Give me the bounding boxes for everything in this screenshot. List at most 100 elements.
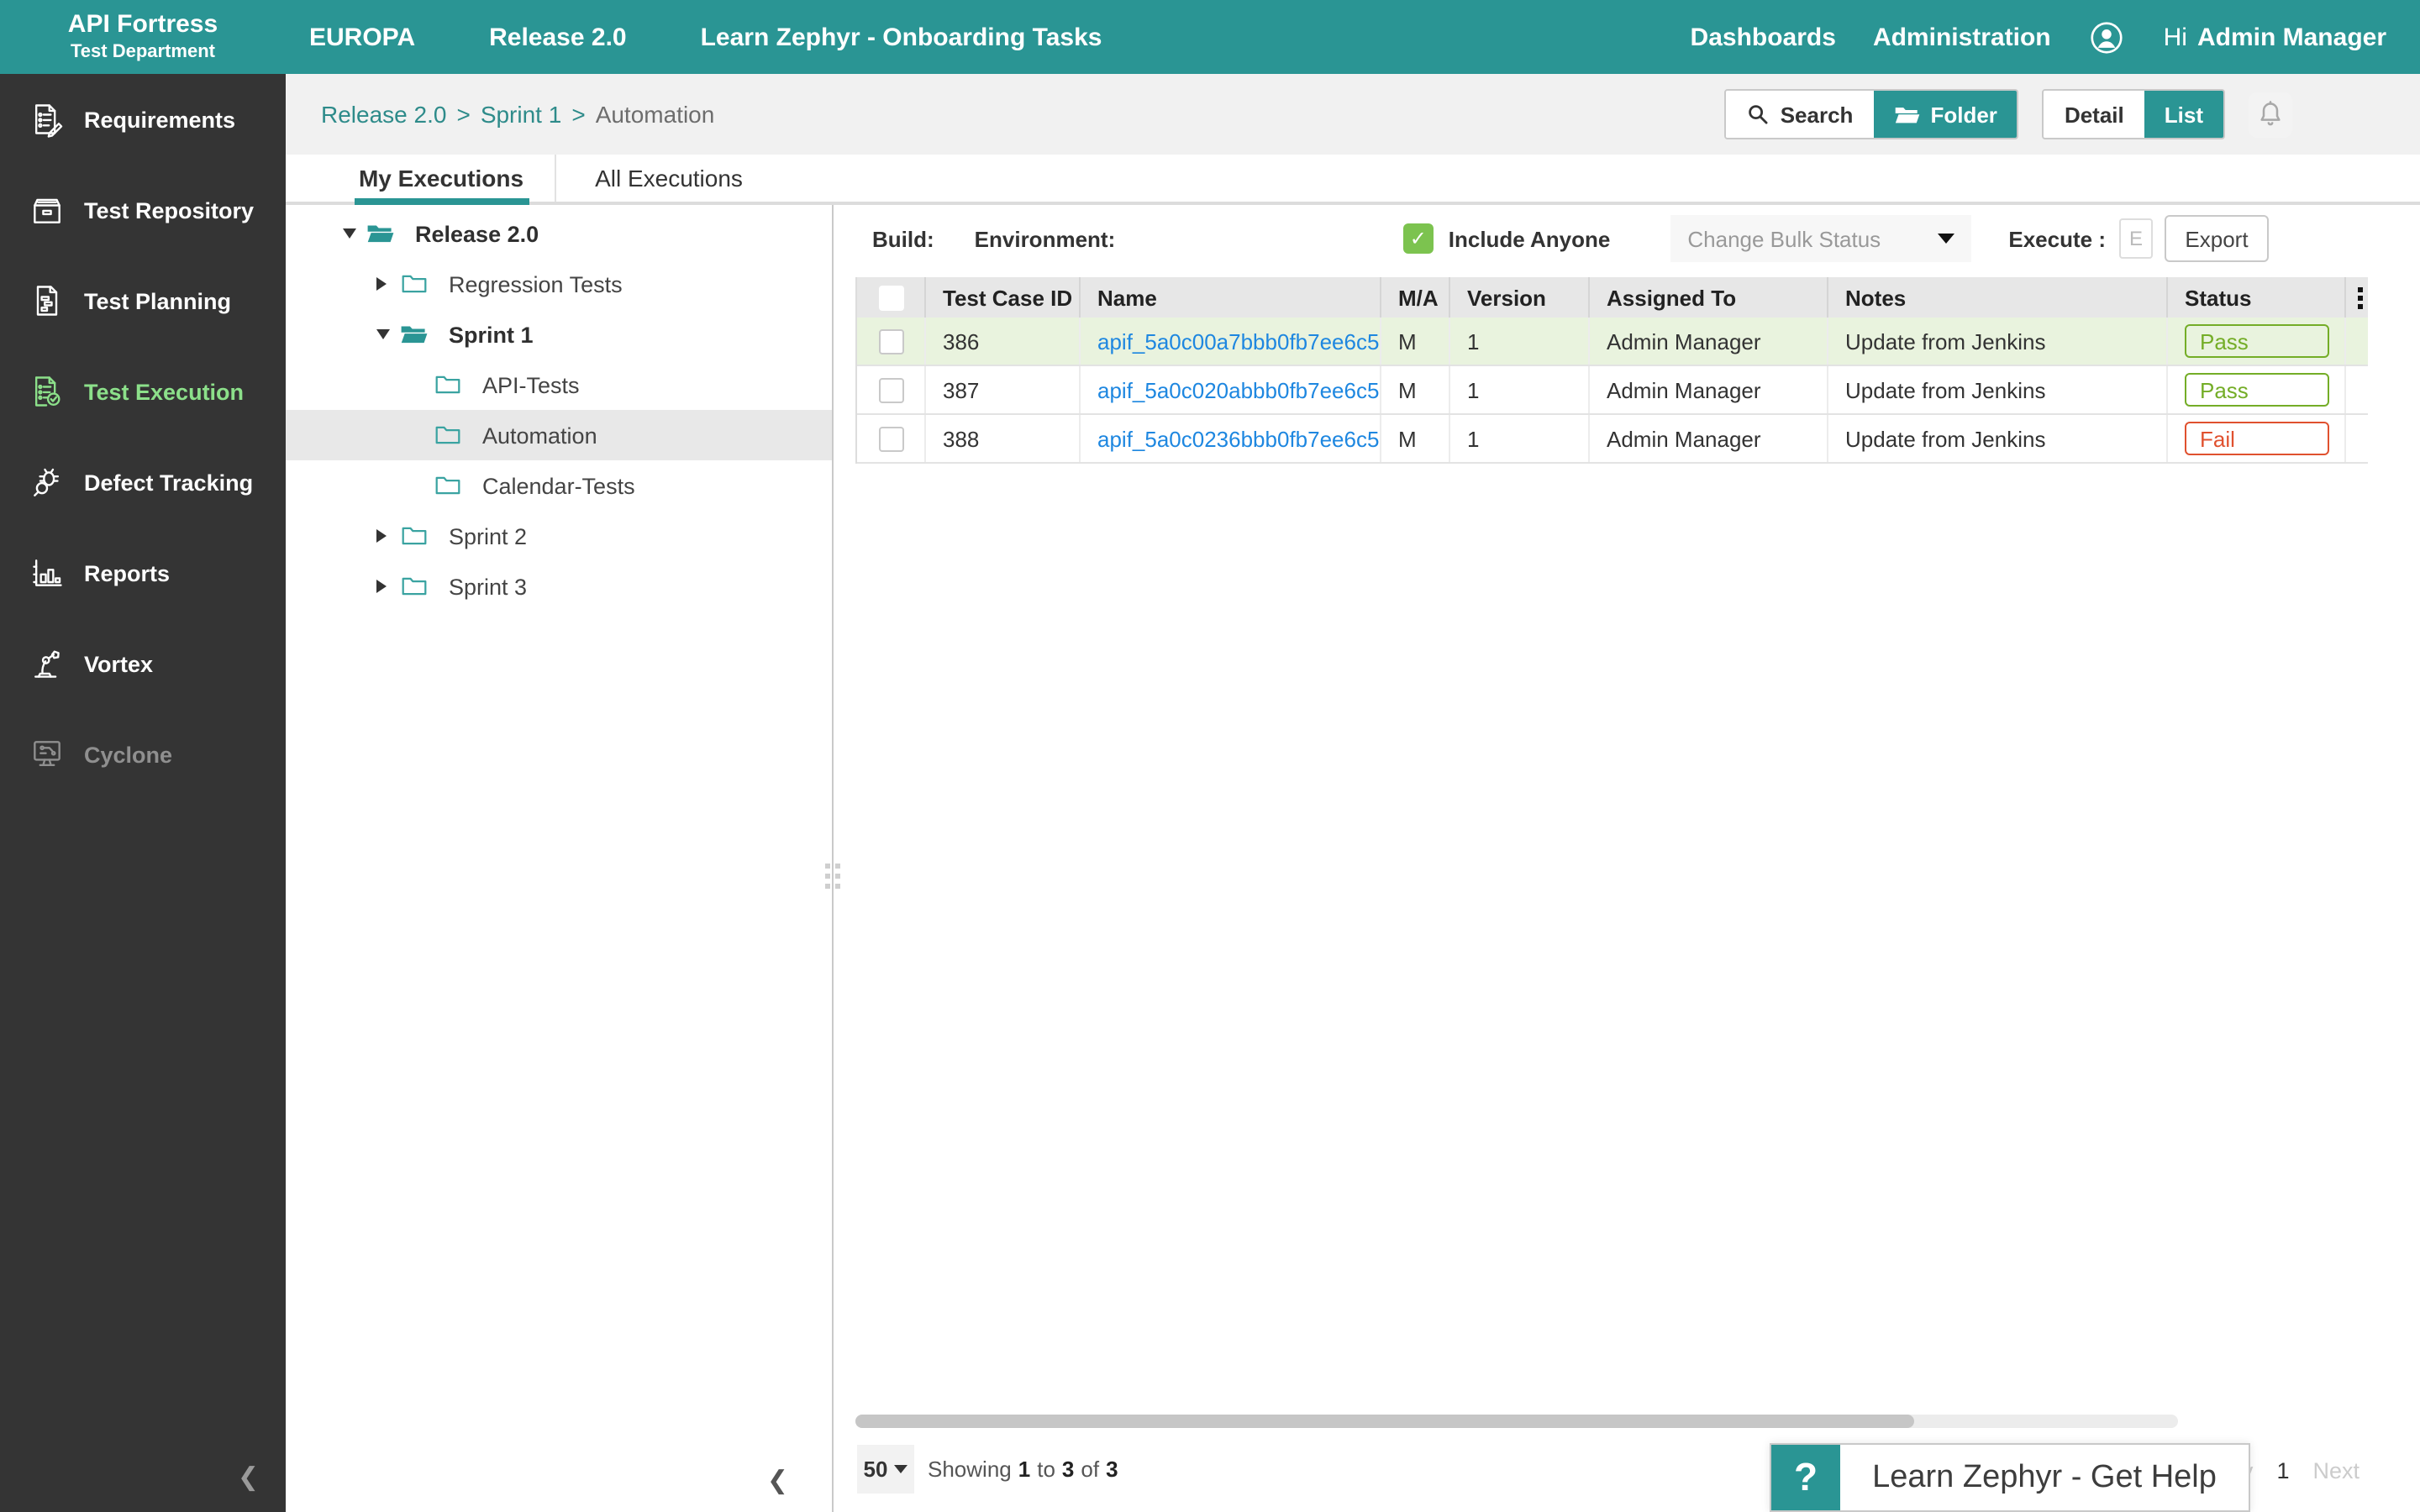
user-avatar-icon[interactable]: [2088, 18, 2127, 56]
sidebar-item-test-repository[interactable]: Test Repository: [0, 165, 286, 255]
tree-item-label: Calendar-Tests: [482, 473, 635, 498]
nav-item-release[interactable]: Release 2.0: [489, 23, 626, 51]
caret-down-icon[interactable]: [376, 329, 400, 339]
row-checkbox[interactable]: [878, 328, 903, 354]
column-assigned-to[interactable]: Assigned To: [1590, 277, 1828, 318]
status-badge[interactable]: Fail: [2185, 422, 2329, 455]
greeting-text: Hi: [2164, 23, 2187, 51]
test-planning-icon: [29, 282, 66, 319]
search-button[interactable]: Search: [1727, 91, 1874, 138]
tree-item-regression-tests[interactable]: Regression Tests: [286, 259, 832, 309]
administration-link[interactable]: Administration: [1873, 23, 2051, 51]
panel-drag-handle-icon[interactable]: [825, 864, 840, 889]
nav-item-europa[interactable]: EUROPA: [309, 23, 415, 51]
sidebar-item-defect-tracking[interactable]: Defect Tracking: [0, 437, 286, 528]
export-button[interactable]: Export: [2165, 215, 2269, 262]
current-page-number[interactable]: 1: [2276, 1458, 2289, 1483]
folder-button[interactable]: Folder: [1873, 91, 2017, 138]
tab-my-executions[interactable]: My Executions: [328, 155, 555, 202]
table-row[interactable]: 388 apif_5a0c0236bbb0fb7ee6c5... M 1 Adm…: [857, 415, 2368, 464]
tree-item-label: Sprint 3: [449, 574, 527, 599]
tab-label: All Executions: [595, 165, 743, 192]
sidebar: Requirements Test Repository Test Planni…: [0, 74, 286, 1512]
caret-right-icon[interactable]: [376, 580, 400, 593]
detail-button[interactable]: Detail: [2044, 91, 2144, 138]
column-ma[interactable]: M/A: [1381, 277, 1450, 318]
change-bulk-status-dropdown[interactable]: Change Bulk Status: [1670, 215, 1971, 262]
cell-ma: M: [1381, 415, 1450, 462]
next-page-button[interactable]: Next: [2312, 1458, 2360, 1483]
table-header-row: Test Case ID Name M/A Version Assigned T…: [857, 277, 2368, 318]
include-anyone-checkbox[interactable]: ✓: [1403, 223, 1434, 254]
tree-item-label: Sprint 1: [449, 322, 534, 347]
column-test-case-id[interactable]: Test Case ID: [926, 277, 1081, 318]
list-button[interactable]: List: [2144, 91, 2223, 138]
tree-item-calendar-tests[interactable]: Calendar-Tests: [286, 460, 832, 511]
caret-right-icon[interactable]: [376, 277, 400, 291]
horizontal-scrollbar-thumb[interactable]: [855, 1415, 1914, 1428]
help-widget[interactable]: ? Learn Zephyr - Get Help: [1770, 1443, 2250, 1512]
tree-item-api-tests[interactable]: API-Tests: [286, 360, 832, 410]
nav-item-learn-zephyr[interactable]: Learn Zephyr - Onboarding Tasks: [701, 23, 1102, 51]
execution-toolbar: Build: Environment: ✓ Include Anyone Cha…: [872, 215, 2269, 262]
sidebar-item-test-execution[interactable]: Test Execution: [0, 346, 286, 437]
user-greeting[interactable]: Hi Admin Manager: [2164, 23, 2386, 51]
tree-item-sprint-1[interactable]: Sprint 1: [286, 309, 832, 360]
page-size-select[interactable]: 50: [857, 1445, 914, 1494]
tree-item-automation[interactable]: Automation: [286, 410, 832, 460]
folder-open-icon: [366, 222, 395, 245]
sidebar-item-label: Test Planning: [84, 288, 231, 313]
tree-item-sprint-2[interactable]: Sprint 2: [286, 511, 832, 561]
row-checkbox[interactable]: [878, 426, 903, 451]
breadcrumb-release[interactable]: Release 2.0: [321, 101, 446, 128]
cell-notes: Update from Jenkins: [1828, 318, 2168, 365]
sidebar-item-reports[interactable]: Reports: [0, 528, 286, 618]
sidebar-item-cyclone[interactable]: Cyclone: [0, 709, 286, 800]
column-version[interactable]: Version: [1450, 277, 1590, 318]
test-case-link[interactable]: apif_5a0c0236bbb0fb7ee6c5...: [1097, 426, 1381, 451]
column-notes[interactable]: Notes: [1828, 277, 2168, 318]
breadcrumb-sprint[interactable]: Sprint 1: [481, 101, 562, 128]
status-badge[interactable]: Pass: [2185, 373, 2329, 407]
cell-ma: M: [1381, 318, 1450, 365]
tab-all-executions[interactable]: All Executions: [555, 155, 781, 202]
cyclone-icon: [29, 736, 66, 773]
kebab-menu-icon[interactable]: [2357, 286, 2362, 308]
table-row[interactable]: 386 apif_5a0c00a7bbb0fb7ee6c5... M 1 Adm…: [857, 318, 2368, 366]
sidebar-collapse-chevron-icon[interactable]: ❮: [238, 1462, 259, 1492]
app-window: API Fortress Test Department EUROPA Rele…: [0, 0, 2420, 1512]
dashboards-link[interactable]: Dashboards: [1691, 23, 1836, 51]
table-footer: 50 Showing 1 to 3 of 3: [857, 1445, 1125, 1494]
column-name[interactable]: Name: [1081, 277, 1381, 318]
execute-input[interactable]: E: [2119, 218, 2153, 259]
reports-icon: [29, 554, 66, 591]
test-case-link[interactable]: apif_5a0c00a7bbb0fb7ee6c5...: [1097, 328, 1381, 354]
notifications-button[interactable]: [2249, 92, 2292, 137]
sidebar-item-requirements[interactable]: Requirements: [0, 74, 286, 165]
split-container: Release 2.0 Regression Tests Sprint 1: [286, 205, 2420, 1512]
view-toolbar: Search Folder Detail List: [1725, 89, 2292, 139]
folder-open-icon: [400, 323, 429, 346]
content-area: Release 2.0 > Sprint 1 > Automation Sear…: [286, 74, 2420, 1512]
status-badge[interactable]: Pass: [2185, 324, 2329, 358]
tree-item-label: Automation: [482, 423, 597, 448]
test-case-link[interactable]: apif_5a0c020abbb0fb7ee6c5...: [1097, 377, 1381, 402]
folder-closed-icon: [400, 272, 429, 296]
tree-item-sprint-3[interactable]: Sprint 3: [286, 561, 832, 612]
cell-notes: Update from Jenkins: [1828, 366, 2168, 413]
select-all-checkbox[interactable]: [878, 285, 903, 310]
caret-down-icon[interactable]: [343, 228, 366, 239]
column-status[interactable]: Status: [2168, 277, 2346, 318]
table-row[interactable]: 387 apif_5a0c020abbb0fb7ee6c5... M 1 Adm…: [857, 366, 2368, 415]
sidebar-item-vortex[interactable]: Vortex: [0, 618, 286, 709]
row-checkbox[interactable]: [878, 377, 903, 402]
sidebar-item-test-planning[interactable]: Test Planning: [0, 255, 286, 346]
cell-assigned-to: Admin Manager: [1590, 366, 1828, 413]
caret-right-icon[interactable]: [376, 529, 400, 543]
tree-collapse-chevron-icon[interactable]: ❮: [767, 1465, 788, 1495]
checkmark-icon: ✓: [1410, 227, 1427, 250]
sidebar-item-label: Vortex: [84, 651, 153, 676]
app-subtitle: Test Department: [0, 41, 286, 65]
executions-panel: Build: Environment: ✓ Include Anyone Cha…: [834, 205, 2420, 1512]
tree-item-release-2-0[interactable]: Release 2.0: [286, 208, 832, 259]
